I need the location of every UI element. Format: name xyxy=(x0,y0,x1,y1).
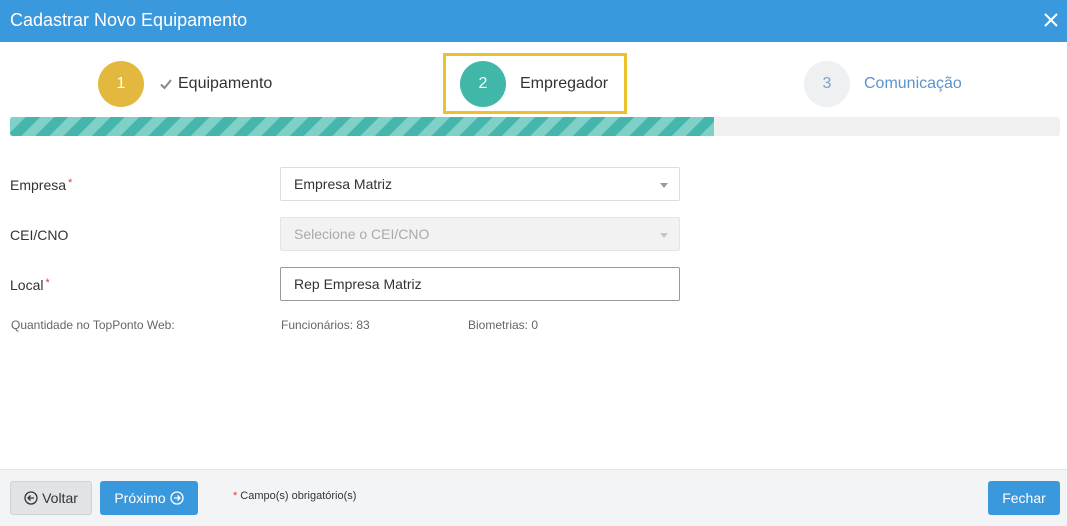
close-icon[interactable] xyxy=(1041,10,1061,30)
step-comunicacao[interactable]: 3 Comunicação xyxy=(804,61,962,107)
empresa-label: Empresa * xyxy=(10,177,73,193)
step-label-comunicacao: Comunicação xyxy=(864,75,962,92)
biometrias-count: Biometrias: 0 xyxy=(468,318,539,332)
cei-select: Selecione o CEI/CNO xyxy=(280,217,680,251)
empresa-select[interactable]: Empresa Matriz xyxy=(280,167,680,201)
modal-footer: Voltar Próximo * Campo(s) obrigatório(s) … xyxy=(0,469,1067,526)
step-label-equipamento: Equipamento xyxy=(178,75,273,92)
quantity-label: Quantidade no TopPonto Web: xyxy=(11,318,175,332)
proximo-button[interactable]: Próximo xyxy=(100,481,198,515)
modal-title: Cadastrar Novo Equipamento xyxy=(10,10,248,30)
dropdown-caret-icon xyxy=(660,183,668,188)
arrow-left-circle-icon xyxy=(24,491,38,505)
step-equipamento[interactable]: 1 Equipamento xyxy=(98,61,272,107)
step-number-3: 3 xyxy=(804,61,850,107)
step-highlight-box xyxy=(443,53,627,114)
required-marker: * xyxy=(68,177,73,189)
local-label: Local * xyxy=(10,277,50,293)
required-marker: * xyxy=(45,277,50,289)
step-number-1: 1 xyxy=(98,61,144,107)
cei-placeholder: Selecione o CEI/CNO xyxy=(294,226,430,242)
empresa-value: Empresa Matriz xyxy=(294,176,393,192)
local-input[interactable]: Rep Empresa Matriz xyxy=(280,267,680,301)
local-value: Rep Empresa Matriz xyxy=(294,276,422,292)
fechar-button[interactable]: Fechar xyxy=(988,481,1060,515)
funcionarios-count: Funcionários: 83 xyxy=(281,318,370,332)
arrow-right-circle-icon xyxy=(170,491,184,505)
proximo-label: Próximo xyxy=(114,490,166,506)
check-icon xyxy=(160,79,172,90)
voltar-button[interactable]: Voltar xyxy=(10,481,92,515)
progress-fill xyxy=(10,117,714,136)
cei-label: CEI/CNO xyxy=(10,227,69,243)
required-marker: * xyxy=(233,490,238,502)
wizard-progress-bar xyxy=(10,117,1060,136)
modal-header: Cadastrar Novo Equipamento xyxy=(0,0,1067,42)
voltar-label: Voltar xyxy=(42,490,78,506)
dropdown-caret-icon xyxy=(660,233,668,238)
required-fields-note: * Campo(s) obrigatório(s) xyxy=(233,490,357,502)
